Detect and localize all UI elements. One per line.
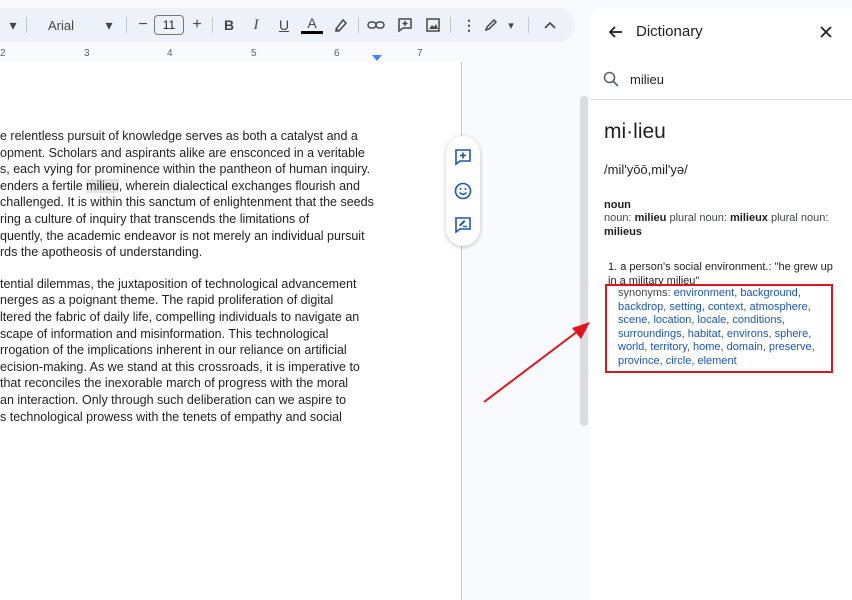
paragraph: e relentless pursuit of knowledge serves… — [0, 128, 390, 261]
italic-button[interactable]: I — [245, 11, 267, 39]
text-line: ecision-making. As we stand at this cros… — [0, 359, 360, 374]
back-arrow-icon[interactable] — [606, 22, 626, 42]
word-forms: noun: milieu plural noun: milieux plural… — [604, 212, 844, 239]
toolbar-divider — [450, 17, 451, 33]
font-size-input[interactable]: 11 — [154, 15, 184, 35]
right-indent-marker[interactable] — [372, 55, 382, 61]
text-line: s, each vying for prominence within the … — [0, 162, 371, 177]
text-line: nerges as a poignant theme. The rapid pr… — [0, 293, 334, 308]
ruler-mark: 3 — [84, 48, 90, 59]
text-line: e relentless pursuit of knowledge serves… — [0, 129, 358, 143]
word-form: milieus — [604, 225, 642, 238]
text-line: scape of information and misinformation.… — [0, 326, 329, 341]
text-fragment: enders a fertile — [0, 178, 87, 193]
dictionary-search — [590, 60, 852, 100]
add-comment-icon[interactable] — [453, 147, 473, 167]
close-icon[interactable] — [816, 22, 836, 42]
text-line: s technological prowess with the tenets … — [0, 409, 342, 424]
font-chevron-down-icon[interactable]: ▾ — [98, 11, 120, 39]
forms-text: plural noun: — [767, 212, 829, 224]
panel-title: Dictionary — [636, 23, 703, 40]
emoji-reaction-icon[interactable] — [453, 181, 473, 201]
toolbar-divider — [126, 17, 127, 33]
word-form: milieux — [730, 212, 768, 224]
highlight-pen-icon[interactable] — [330, 11, 352, 39]
editing-mode-pencil-icon[interactable] — [480, 11, 502, 39]
forms-text: plural noun: — [666, 212, 730, 224]
text-line: an interaction. Only through such delibe… — [0, 392, 347, 407]
annotation-arrow — [483, 322, 590, 403]
suggest-edits-icon[interactable] — [453, 215, 473, 235]
document-body[interactable]: e relentless pursuit of knowledge serves… — [0, 128, 390, 440]
ruler-mark: 7 — [417, 48, 423, 59]
text-line: quently, the academic endeavor is not me… — [0, 228, 365, 243]
ruler-mark: 2 — [0, 48, 6, 59]
increase-font-size-button[interactable]: + — [186, 11, 208, 39]
text-line: ring a culture of inquiry that transcend… — [0, 211, 310, 226]
formatting-toolbar: ▾ Arial ▾ − 11 + B I U A ⋮ ▾ — [0, 8, 575, 42]
mode-chevron-down-icon[interactable]: ▾ — [500, 11, 522, 39]
text-line: opment. Scholars and aspirants alike are… — [0, 145, 365, 160]
text-line: rds the apotheosis of understanding. — [0, 245, 203, 260]
collapse-toolbar-icon[interactable] — [539, 11, 561, 39]
text-line: that reconciles the inexorable march of … — [0, 376, 349, 391]
more-options-icon[interactable]: ⋮ — [458, 11, 480, 39]
chevron-down-icon[interactable]: ▾ — [2, 11, 24, 39]
text-line: rrogation of the implications inherent i… — [0, 343, 347, 358]
toolbar-divider — [528, 17, 529, 33]
document-page[interactable]: e relentless pursuit of knowledge serves… — [0, 62, 462, 600]
text-line-with-selection: enders a fertile milieu, wherein dialect… — [0, 178, 390, 195]
toolbar-divider — [26, 17, 27, 33]
text-color-button[interactable]: A — [301, 14, 323, 34]
panel-header: Dictionary — [590, 8, 852, 56]
search-input[interactable] — [628, 68, 838, 90]
add-comment-icon[interactable] — [394, 11, 416, 39]
insert-image-icon[interactable] — [422, 11, 444, 39]
link-icon[interactable] — [365, 11, 387, 39]
toolbar-divider — [358, 17, 359, 33]
text-line: challenged. It is within this sanctum of… — [0, 195, 374, 210]
part-of-speech: noun — [604, 199, 631, 211]
font-select[interactable]: Arial — [48, 11, 74, 39]
text-fragment: , wherein dialectical exchanges flourish… — [118, 178, 360, 193]
search-icon — [602, 70, 620, 88]
ruler-mark: 5 — [251, 48, 257, 59]
forms-text: noun: — [604, 212, 635, 224]
ruler-mark: 4 — [167, 48, 173, 59]
selected-word[interactable]: milieu — [86, 178, 119, 193]
floating-actions — [446, 136, 480, 246]
text-line: tential dilemmas, the juxtaposition of t… — [0, 276, 357, 291]
text-line: ltered the fabric of daily life, compell… — [0, 309, 360, 324]
decrease-font-size-button[interactable]: − — [132, 11, 154, 39]
pronunciation: /mil'yōō,mil'yə/ — [604, 162, 688, 177]
ruler-mark: 6 — [334, 48, 340, 59]
word-form: milieu — [634, 212, 667, 224]
horizontal-ruler[interactable]: 2 3 4 5 6 7 — [0, 46, 460, 61]
toolbar-divider — [212, 17, 213, 33]
paragraph: tential dilemmas, the juxtaposition of t… — [0, 276, 390, 425]
annotation-highlight-box — [605, 284, 833, 373]
bold-button[interactable]: B — [218, 11, 240, 39]
headword: mi·lieu — [604, 120, 666, 143]
underline-button[interactable]: U — [273, 11, 295, 39]
